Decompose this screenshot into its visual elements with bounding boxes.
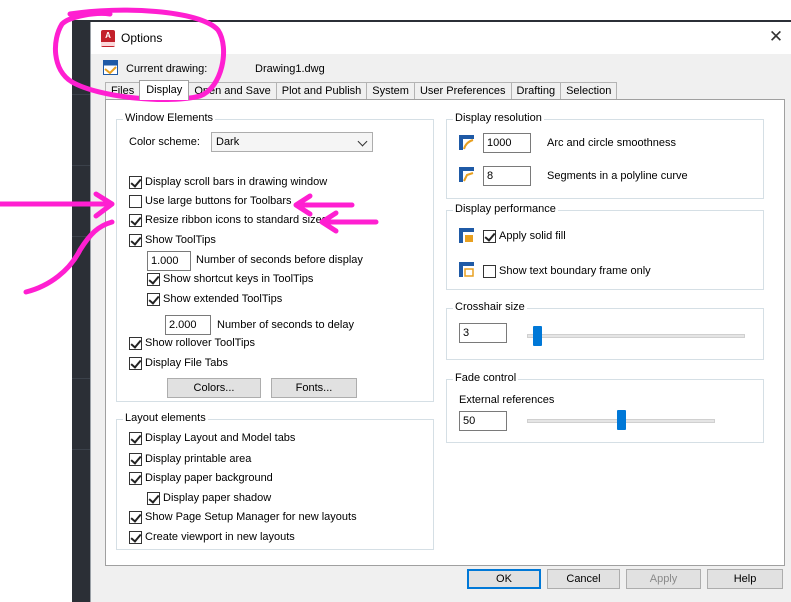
checkbox-large-buttons[interactable] (129, 195, 142, 208)
fonts-button[interactable]: Fonts... (271, 378, 357, 398)
current-drawing-value: Drawing1.dwg (255, 63, 325, 75)
checkbox-rollover-tooltips[interactable] (129, 337, 142, 350)
checkbox-shortcut-keys[interactable] (147, 273, 160, 286)
tooltip-seconds-label: Number of seconds before display (196, 254, 363, 266)
group-title: Fade control (453, 372, 519, 384)
autocad-app-icon: A (101, 30, 115, 47)
fade-slider-thumb[interactable] (616, 410, 626, 430)
group-title: Display performance (453, 203, 558, 215)
display-resolution-group: Display resolution 1000 Arc and circle s… (446, 112, 764, 199)
help-button[interactable]: Help (707, 569, 783, 589)
fade-control-group: Fade control External references 50 (446, 372, 764, 443)
solid-fill-icon (459, 228, 474, 243)
color-scheme-value: Dark (216, 136, 240, 148)
options-dialog: A Options ✕ Current drawing: Drawing1.dw… (90, 22, 791, 602)
display-performance-group: Display performance Apply solid fill Sho… (446, 203, 764, 290)
arc-smoothness-input[interactable]: 1000 (483, 133, 531, 153)
close-icon[interactable]: ✕ (766, 27, 786, 47)
external-references-label: External references (459, 394, 555, 406)
group-title: Layout elements (123, 412, 208, 424)
checkbox-file-tabs[interactable] (129, 357, 142, 370)
grid-line (72, 94, 92, 95)
grid-line (72, 378, 92, 379)
delay-seconds-label: Number of seconds to delay (217, 319, 354, 331)
chevron-down-icon (357, 136, 368, 147)
tab-plot-and-publish[interactable]: Plot and Publish (275, 82, 368, 100)
title-bar: A Options ✕ (91, 22, 791, 54)
polyline-segments-input[interactable]: 8 (483, 166, 531, 186)
tab-system[interactable]: System (366, 82, 415, 100)
checkbox-label: Display paper shadow (163, 492, 272, 504)
layout-elements-group: Layout elements Display Layout and Model… (116, 412, 434, 550)
display-tab-panel: Window Elements Color scheme: Dark Displ… (105, 99, 785, 566)
text-boundary-icon (459, 262, 474, 277)
tab-drafting[interactable]: Drafting (510, 82, 562, 100)
checkbox-text-boundary[interactable] (483, 265, 496, 278)
checkbox-label: Display File Tabs (145, 357, 228, 369)
checkbox-label: Create viewport in new layouts (145, 531, 295, 543)
checkbox-label: Show extended ToolTips (163, 293, 283, 305)
arc-smoothness-icon (459, 135, 474, 150)
ok-button[interactable]: OK (467, 569, 541, 589)
checkbox-create-viewport[interactable] (129, 531, 142, 544)
tab-display[interactable]: Display (139, 80, 190, 100)
checkbox-label: Show shortcut keys in ToolTips (163, 273, 314, 285)
checkbox-layout-model-tabs[interactable] (129, 432, 142, 445)
arc-smoothness-label: Arc and circle smoothness (547, 137, 676, 149)
group-title: Window Elements (123, 112, 216, 124)
checkbox-label: Show rollover ToolTips (145, 337, 256, 349)
checkbox-label: Resize ribbon icons to standard sizes (145, 214, 328, 226)
checkbox-label: Display scroll bars in drawing window (145, 176, 328, 188)
group-title: Display resolution (453, 112, 544, 124)
tab-files[interactable]: Files (105, 82, 141, 100)
crosshair-size-input[interactable]: 3 (459, 323, 507, 343)
tab-selection[interactable]: Selection (560, 82, 618, 100)
checkbox-page-setup-manager[interactable] (129, 511, 142, 524)
polyline-segments-icon (459, 167, 474, 182)
external-references-input[interactable]: 50 (459, 411, 507, 431)
tab-open-and-save[interactable]: Open and Save (188, 82, 277, 100)
drawing-file-icon (103, 60, 118, 75)
current-drawing-label: Current drawing: (126, 63, 208, 75)
color-scheme-label: Color scheme: (129, 136, 200, 148)
grid-line (72, 449, 92, 450)
checkbox-label: Display paper background (145, 472, 273, 484)
tab-bar: Files Display Open and Save Plot and Pub… (105, 80, 618, 100)
checkbox-label: Show text boundary frame only (499, 265, 651, 277)
grid-line (72, 236, 92, 237)
cancel-button[interactable]: Cancel (547, 569, 620, 589)
crosshair-slider-track[interactable] (527, 334, 745, 338)
checkbox-label: Show Page Setup Manager for new layouts (145, 511, 357, 523)
tab-user-preferences[interactable]: User Preferences (413, 82, 512, 100)
checkbox-scroll-bars[interactable] (129, 176, 142, 189)
colors-button[interactable]: Colors... (167, 378, 261, 398)
crosshair-size-group: Crosshair size 3 (446, 301, 764, 360)
checkbox-show-tooltips[interactable] (129, 234, 142, 247)
checkbox-apply-solid-fill[interactable] (483, 230, 496, 243)
checkbox-label: Display Layout and Model tabs (145, 432, 296, 444)
checkbox-paper-background[interactable] (129, 472, 142, 485)
checkbox-label: Apply solid fill (499, 230, 566, 242)
checkbox-extended-tooltips[interactable] (147, 293, 160, 306)
crosshair-slider-thumb[interactable] (533, 326, 543, 346)
checkbox-label: Show ToolTips (145, 234, 216, 246)
grid-line (72, 165, 92, 166)
window-elements-group: Window Elements Color scheme: Dark Displ… (116, 112, 434, 402)
color-scheme-dropdown[interactable]: Dark (211, 132, 373, 152)
delay-seconds-input[interactable]: 2.000 (165, 315, 211, 335)
checkbox-label: Display printable area (145, 453, 252, 465)
window-title: Options (121, 31, 163, 45)
checkbox-printable-area[interactable] (129, 453, 142, 466)
polyline-segments-label: Segments in a polyline curve (547, 170, 688, 182)
group-title: Crosshair size (453, 301, 527, 313)
checkbox-resize-ribbon[interactable] (129, 214, 142, 227)
tooltip-seconds-input[interactable]: 1.000 (147, 251, 191, 271)
apply-button[interactable]: Apply (626, 569, 701, 589)
checkbox-label: Use large buttons for Toolbars (145, 195, 292, 207)
checkbox-paper-shadow[interactable] (147, 492, 160, 505)
